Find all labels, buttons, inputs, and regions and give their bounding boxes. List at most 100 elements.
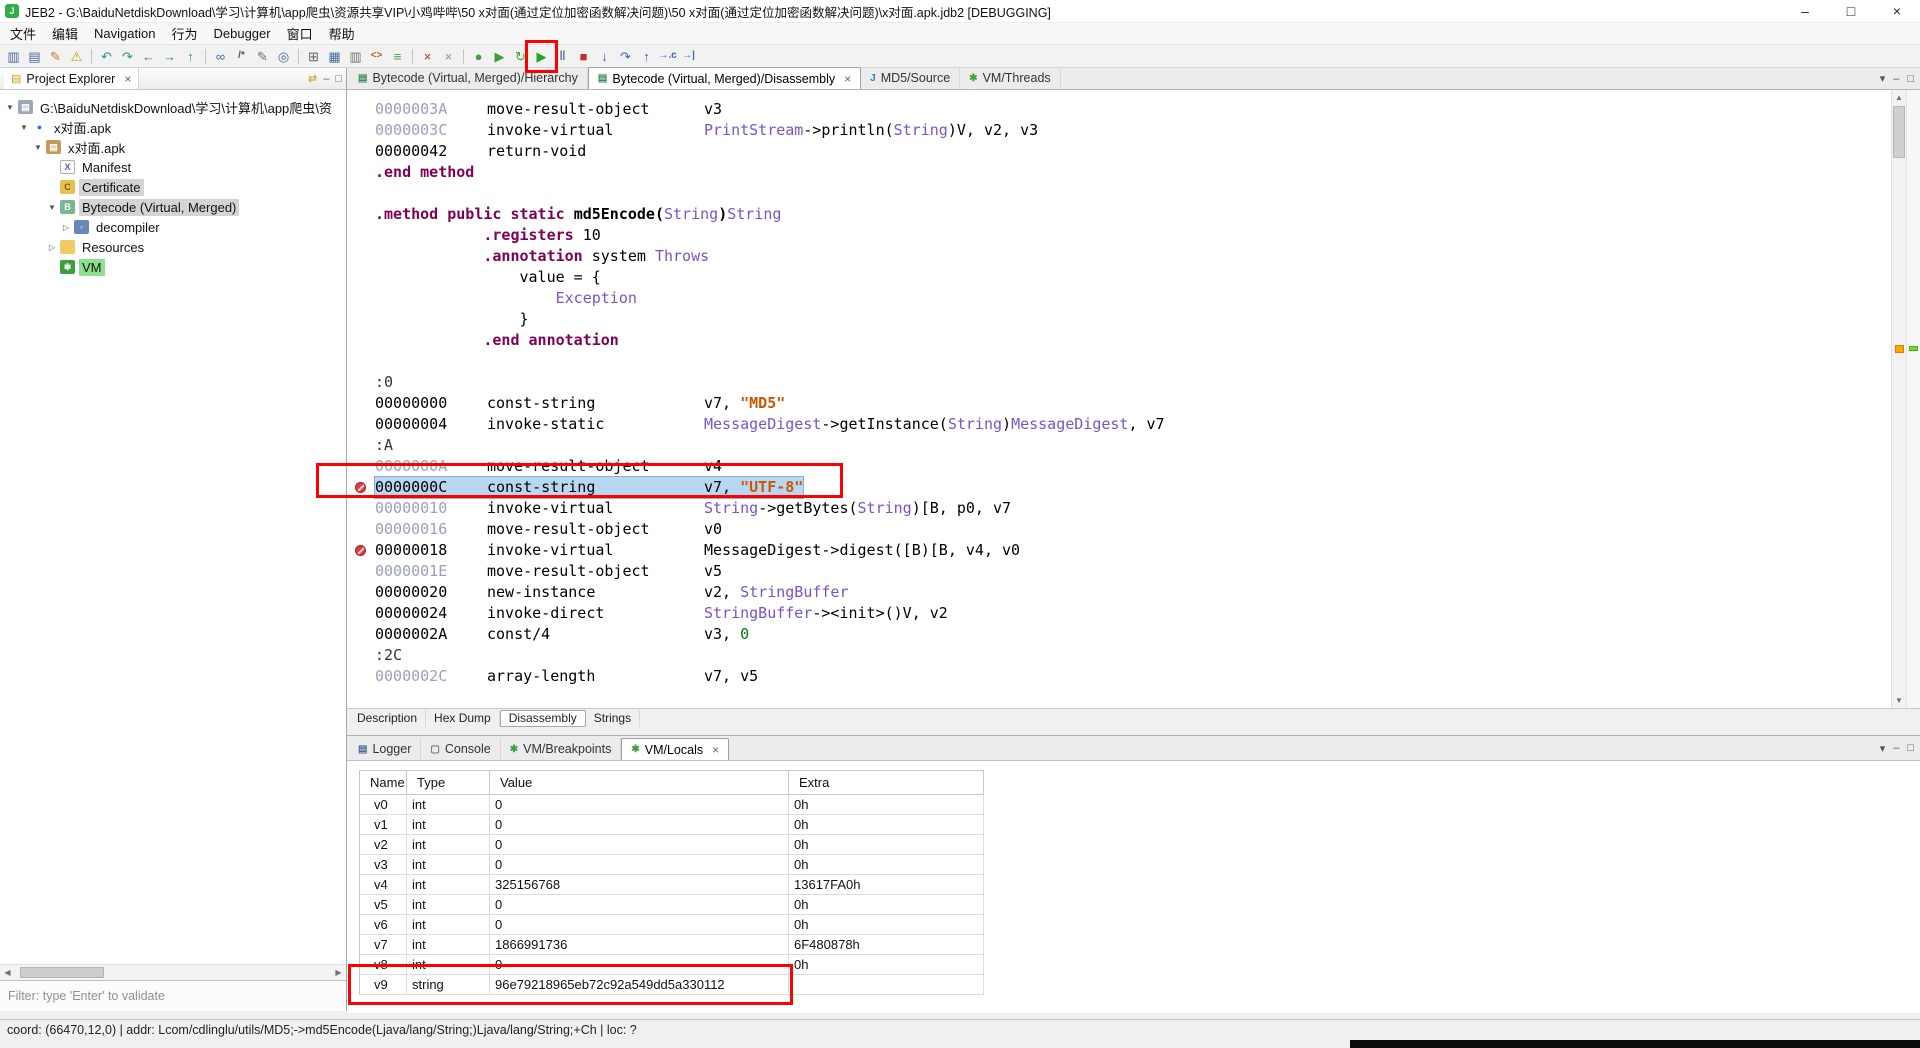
code-line[interactable]: 0000002C array-length v7, v5 (347, 666, 1891, 687)
tree-expander-icon[interactable]: ▷ (60, 223, 72, 232)
gutter[interactable] (347, 456, 375, 477)
toolbar-icon-rename[interactable]: ✎ (252, 46, 273, 67)
column-header-name[interactable]: Name (360, 771, 407, 794)
tab-description[interactable]: Description (349, 709, 427, 727)
toolbar-icon-debugger-pause[interactable]: || (552, 46, 573, 67)
locals-row-v7[interactable]: v7 int 1866991736 6F480878h (360, 935, 984, 955)
minimize-button[interactable]: – (1782, 0, 1828, 22)
scroll-down-icon[interactable]: ▼ (1892, 693, 1906, 708)
code-line[interactable]: 0000003C invoke-virtual PrintStream->print… (347, 120, 1891, 141)
code-line[interactable]: .end method (347, 162, 1891, 183)
gutter[interactable] (347, 498, 375, 519)
gutter[interactable] (347, 582, 375, 603)
tree-expander-icon[interactable]: ▼ (4, 103, 16, 112)
tree-item-resources[interactable]: ▷ Resources (0, 237, 346, 257)
minimize-view-icon[interactable]: – (1893, 73, 1899, 85)
locals-row-v2[interactable]: v2 int 0 0h (360, 835, 984, 855)
gutter[interactable] (347, 393, 375, 414)
menu-item-2[interactable]: Navigation (86, 24, 163, 43)
code-line[interactable]: 00000020 new-instance v2, StringBuffer (347, 582, 1891, 603)
tree-item-certificate[interactable]: C Certificate (0, 177, 346, 197)
close-tab-icon[interactable]: × (124, 72, 131, 86)
view-menu-icon[interactable]: ▾ (1880, 742, 1886, 755)
code-line[interactable]: .end annotation (347, 330, 1891, 351)
locals-row-v4[interactable]: v4 int 325156768 13617FA0h (360, 875, 984, 895)
toolbar-icon-nav-forward[interactable]: → (159, 46, 180, 67)
toolbar-icon-hierarchy-view[interactable]: ≡ (387, 46, 408, 67)
toolbar-icon-bars-view[interactable]: ▥ (345, 46, 366, 67)
toolbar-icon-debugger-bug[interactable]: ● (468, 46, 489, 67)
vscroll-thumb[interactable] (1893, 106, 1905, 158)
code-line[interactable]: 0000002A const/4 v3, 0 (347, 624, 1891, 645)
gutter[interactable] (347, 288, 375, 309)
toolbar-icon-step-into[interactable]: ↓ (594, 46, 615, 67)
tab-md5-source[interactable]: J MD5/Source (861, 67, 961, 89)
code-line[interactable]: :0 (347, 372, 1891, 393)
maximize-view-icon[interactable]: □ (1907, 742, 1914, 754)
tree-item-vm[interactable]: ✱ VM (0, 257, 346, 277)
maximize-view-icon[interactable]: □ (1907, 73, 1914, 85)
code-line[interactable]: :A (347, 435, 1891, 456)
tree-item-decompiler[interactable]: ▷ ◦ decompiler (0, 217, 346, 237)
gutter[interactable] (347, 183, 375, 204)
code-line[interactable]: 00000000 const-string v7, "MD5" (347, 393, 1891, 414)
code-line[interactable]: 00000024 invoke-direct StringBuffer-><init… (347, 603, 1891, 624)
breakpoint-icon[interactable] (355, 482, 366, 493)
close-tab-icon[interactable]: × (844, 72, 851, 86)
tree-expander-icon[interactable]: ▼ (32, 143, 44, 152)
tab-vm-locals[interactable]: ✱ VM/Locals × (621, 738, 730, 760)
tab-project-explorer[interactable]: ▤ Project Explorer × (4, 68, 140, 89)
toolbar-icon-run-to-line[interactable]: →.c (657, 46, 678, 67)
breakpoint-icon[interactable] (355, 545, 366, 556)
code-line[interactable] (347, 183, 1891, 204)
tree-item-bytecode-virtual-merged[interactable]: ▼ B Bytecode (Virtual, Merged) (0, 197, 346, 217)
tree-item-x-apk[interactable]: ▼ ● x对面.apk (0, 117, 346, 137)
toolbar-icon-comment[interactable]: /* (231, 46, 252, 67)
view-menu-icon[interactable]: ▾ (1880, 72, 1886, 85)
toolbar-icon-save-all[interactable]: ▤ (24, 46, 45, 67)
code-line[interactable] (347, 351, 1891, 372)
breakpoint-gutter[interactable] (347, 540, 375, 561)
locals-row-v0[interactable]: v0 int 0 0h (360, 795, 984, 815)
tab-console[interactable]: ▢ Console (421, 738, 501, 760)
toolbar-icon-follow-reference[interactable]: ∞ (210, 46, 231, 67)
menu-item-3[interactable]: 行为 (163, 22, 205, 45)
menu-item-0[interactable]: 文件 (2, 22, 44, 45)
filter-input[interactable]: Filter: type 'Enter' to validate (0, 980, 346, 1011)
code-line[interactable]: 00000004 invoke-static MessageDigest->getI… (347, 414, 1891, 435)
code-line[interactable]: value = { (347, 267, 1891, 288)
toolbar-icon-jump-back[interactable]: ↶ (96, 46, 117, 67)
editor-vertical-scrollbar[interactable]: ▲ ▼ (1891, 90, 1906, 708)
tab-strings[interactable]: Strings (586, 709, 641, 727)
gutter[interactable] (347, 204, 375, 225)
toolbar-icon-step-over[interactable]: ↷ (615, 46, 636, 67)
code-line[interactable]: .annotation system Throws (347, 246, 1891, 267)
tab-disassembly[interactable]: Disassembly (499, 709, 586, 727)
locals-row-v8[interactable]: v8 int 0 0h (360, 955, 984, 975)
toolbar-icon-debugger-stop[interactable]: ■ (573, 46, 594, 67)
code-line[interactable]: 00000042 return-void (347, 141, 1891, 162)
tree-expander-icon[interactable]: ▷ (46, 243, 58, 252)
gutter[interactable] (347, 372, 375, 393)
gutter[interactable] (347, 141, 375, 162)
scroll-right-icon[interactable]: ▶ (331, 968, 346, 977)
menu-item-6[interactable]: 帮助 (321, 22, 363, 45)
gutter[interactable] (347, 435, 375, 456)
code-line-selected[interactable]: 0000000C const-string v7, "UTF-8" (347, 476, 1891, 499)
code-line[interactable]: :2C (347, 645, 1891, 666)
maximize-view-icon[interactable]: □ (335, 73, 342, 85)
toolbar-icon-problems[interactable]: ⚠ (66, 46, 87, 67)
locals-row-v5[interactable]: v5 int 0 0h (360, 895, 984, 915)
link-with-editor-icon[interactable]: ⇄ (308, 72, 317, 85)
tree-item-manifest[interactable]: X Manifest (0, 157, 346, 177)
close-tab-icon[interactable]: × (712, 743, 719, 757)
locals-row-v9[interactable]: v9 string 96e79218965eb72c92a549dd5a330112 (360, 975, 984, 995)
toolbar-icon-delete[interactable]: × (417, 46, 438, 67)
code-line[interactable]: .registers 10 (347, 225, 1891, 246)
locals-row-v6[interactable]: v6 int 0 0h (360, 915, 984, 935)
toolbar-icon-jump-forward[interactable]: ↷ (117, 46, 138, 67)
minimize-view-icon[interactable]: – (323, 73, 329, 85)
column-header-value[interactable]: Value (490, 771, 789, 794)
gutter[interactable] (347, 603, 375, 624)
gutter[interactable] (347, 666, 375, 687)
